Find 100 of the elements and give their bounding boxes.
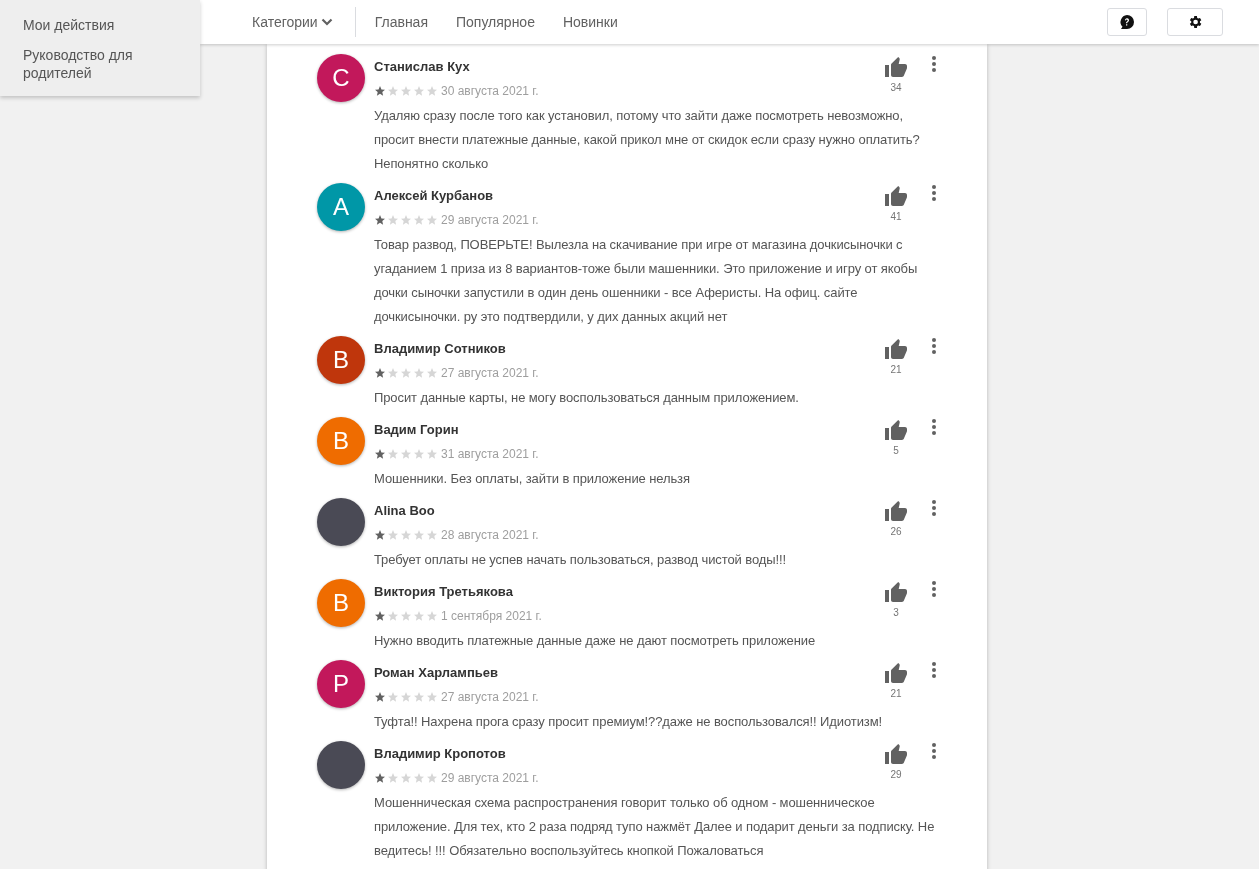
settings-icon	[1187, 14, 1203, 30]
star-icon	[400, 610, 412, 622]
review-text: Удаляю сразу после того как установил, потому что зайти даже посмотреть невозможно, просит внести платежные данные, какой прикол мне от скидок если сразу нужно оплатить? Непонятно сколько	[374, 107, 921, 173]
star-icon	[374, 529, 386, 541]
thumbs-up-icon[interactable]	[884, 500, 908, 524]
thumbs-up-icon[interactable]	[884, 185, 908, 209]
more-options-icon[interactable]	[931, 418, 937, 436]
more-options-icon[interactable]	[931, 580, 937, 598]
help-button[interactable]	[1107, 8, 1147, 36]
star-icon	[413, 772, 425, 784]
nav-link[interactable]: Главная	[374, 11, 428, 33]
review-date: 28 августа 2021 г.	[441, 527, 539, 544]
star-icon	[387, 529, 399, 541]
star-icon	[426, 367, 438, 379]
star-icon	[400, 772, 412, 784]
star-icon	[426, 85, 438, 97]
star-icon	[387, 214, 399, 226]
star-icon	[387, 448, 399, 460]
like-count: 29	[890, 769, 902, 781]
author-name: Алексей Курбанов	[374, 187, 494, 205]
avatar: Р	[317, 660, 365, 708]
star-icon	[413, 85, 425, 97]
star-icon	[426, 529, 438, 541]
nav-link[interactable]: Популярное	[456, 11, 535, 33]
like-count: 21	[890, 688, 902, 700]
thumbs-up-icon[interactable]	[884, 662, 908, 686]
review-text: Туфта!! Нахрена прога сразу просит премиум!??даже не воспользовался!! Идиотизм!	[374, 713, 884, 731]
more-options-icon[interactable]	[931, 55, 937, 73]
like-count: 5	[893, 445, 899, 457]
star-icon	[413, 214, 425, 226]
star-icon	[374, 610, 386, 622]
review-date: 1 сентября 2021 г.	[441, 608, 542, 625]
star-icon	[387, 772, 399, 784]
more-options-icon[interactable]	[931, 742, 937, 760]
star-icon	[374, 85, 386, 97]
author-name: Роман Харлампьев	[374, 664, 498, 682]
chevron-down-icon	[320, 18, 333, 26]
author-name: Владимир Сотников	[374, 340, 506, 358]
avatar: В	[317, 417, 365, 465]
thumbs-up-icon[interactable]	[884, 56, 908, 80]
avatar: В	[317, 336, 365, 384]
thumbs-up-icon[interactable]	[884, 581, 908, 605]
star-icon	[400, 691, 412, 703]
star-icon	[387, 610, 399, 622]
star-icon	[374, 214, 386, 226]
photo-placeholder	[317, 498, 365, 546]
like-count: 41	[890, 211, 902, 223]
star-icon	[400, 85, 412, 97]
star-icon	[426, 772, 438, 784]
star-icon	[426, 214, 438, 226]
categories-dropdown[interactable]: Категории	[252, 11, 333, 33]
author-name: Alina Boo	[374, 502, 435, 520]
more-options-icon[interactable]	[931, 184, 937, 202]
author-name: Виктория Третьякова	[374, 583, 513, 601]
star-icon	[374, 691, 386, 703]
star-icon	[413, 691, 425, 703]
review-date: 27 августа 2021 г.	[441, 689, 539, 706]
more-options-icon[interactable]	[931, 499, 937, 517]
review-text: Требует оплаты не успев начать пользоваться, развод чистой воды!!!	[374, 551, 788, 569]
star-icon	[426, 448, 438, 460]
star-icon	[400, 367, 412, 379]
star-icon	[413, 610, 425, 622]
more-options-icon[interactable]	[931, 337, 937, 355]
like-count: 34	[890, 82, 902, 94]
star-icon	[413, 448, 425, 460]
sidebar-item[interactable]: Руководство для родителей	[23, 46, 143, 82]
star-icon	[413, 367, 425, 379]
thumbs-up-icon[interactable]	[884, 419, 908, 443]
star-icon	[374, 772, 386, 784]
thumbs-up-icon[interactable]	[884, 338, 908, 362]
review-text: Нужно вводить платежные данные даже не дают посмотреть приложение	[374, 632, 817, 650]
avatar: В	[317, 579, 365, 627]
review-text: Мошенники. Без оплаты, зайти в приложение нельзя	[374, 470, 691, 488]
like-count: 26	[890, 526, 902, 538]
review-date: 31 августа 2021 г.	[441, 446, 539, 463]
avatar: С	[317, 54, 365, 102]
star-icon	[387, 691, 399, 703]
help-icon	[1119, 14, 1135, 30]
author-name: Станислав Кух	[374, 58, 470, 76]
review-text: Товар развод, ПОВЕРЬТЕ! Вылезла на скачивание при игре от магазина дочкисыночки с угаданием 1 приза из 8 вариантов-тоже были машенники. Это приложение и игру от якобы дочки сыночки запустили в один день ошенники - все Аферисты. На офиц. сайте дочкисыночки. ру это подтвердили, у дих данных акций нет	[374, 236, 919, 326]
photo-placeholder	[317, 741, 365, 789]
author-name: Владимир Кропотов	[374, 745, 506, 763]
like-count: 3	[893, 607, 899, 619]
more-options-icon[interactable]	[931, 661, 937, 679]
star-icon	[400, 448, 412, 460]
star-icon	[413, 529, 425, 541]
review-text: Мошенническая схема распространения говорит только об одном - мошенническое приложение. Для тех, кто 2 раза подряд тупо нажмёт Далее и подарит деньги за подписку. Не ведитесь! !!! Обязательно воспользуйтесь кнопкой Пожаловаться	[374, 794, 936, 860]
review-date: 30 августа 2021 г.	[441, 83, 539, 100]
star-icon	[374, 367, 386, 379]
review-date: 27 августа 2021 г.	[441, 365, 539, 382]
star-icon	[426, 691, 438, 703]
star-icon	[426, 610, 438, 622]
author-name: Вадим Горин	[374, 421, 459, 439]
sidebar-item[interactable]: Мои действия	[23, 16, 143, 34]
review-text: Просит данные карты, не могу воспользоваться данным приложением.	[374, 389, 800, 407]
review-date: 29 августа 2021 г.	[441, 770, 539, 787]
settings-button[interactable]	[1167, 8, 1223, 36]
nav-link[interactable]: Новинки	[562, 11, 618, 33]
thumbs-up-icon[interactable]	[884, 743, 908, 767]
star-icon	[387, 85, 399, 97]
